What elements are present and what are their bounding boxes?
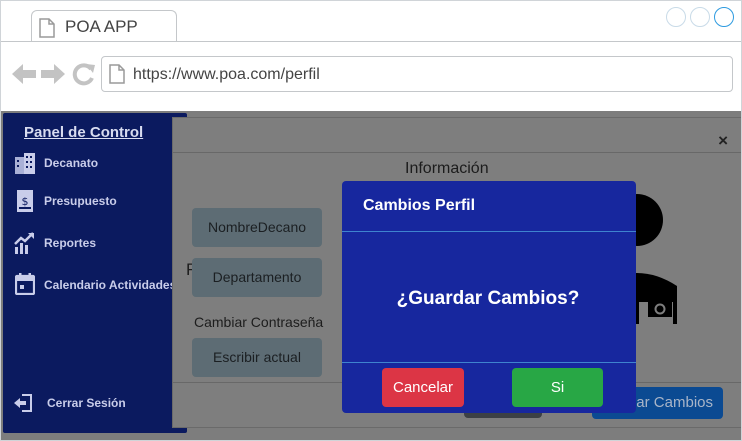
document-icon	[109, 64, 125, 89]
minimize-button[interactable]	[666, 7, 686, 27]
maximize-button[interactable]	[690, 7, 710, 27]
logout-icon	[13, 393, 33, 418]
sidebar-item-label: Calendario Actividades	[44, 278, 177, 292]
modal-heading: Información	[405, 160, 489, 177]
address-bar[interactable]: https://www.poa.com/perfil	[101, 56, 733, 92]
sidebar-item-calendario[interactable]: Calendario Actividades	[13, 273, 185, 299]
department-field[interactable]: Departamento	[192, 258, 322, 297]
page-viewport: Panel de Control Decanato $ Presupuesto …	[1, 111, 741, 440]
sidebar-item-presupuesto[interactable]: $ Presupuesto	[13, 189, 185, 215]
tab-strip-divider	[1, 41, 741, 42]
password-field[interactable]: Escribir actual	[192, 338, 322, 377]
budget-document-icon: $	[16, 189, 34, 218]
confirm-dialog: Cambios Perfil ¿Guardar Cambios? Cancela…	[342, 181, 636, 413]
url-text: https://www.poa.com/perfil	[133, 66, 320, 83]
cancel-button[interactable]: Cancelar	[382, 368, 464, 407]
document-icon	[39, 18, 55, 43]
modal-header-divider	[173, 152, 741, 153]
sidebar-item-reportes[interactable]: Reportes	[13, 231, 185, 257]
tab-title: POA APP	[65, 17, 138, 36]
sidebar-item-logout[interactable]: Cerrar Sesión	[13, 391, 185, 417]
sidebar-item-label: Presupuesto	[44, 194, 117, 208]
chart-icon	[13, 231, 37, 260]
confirm-yes-button[interactable]: Si	[512, 368, 603, 407]
sidebar-item-label: Cerrar Sesión	[47, 396, 126, 410]
back-arrow-icon[interactable]	[12, 63, 36, 90]
svg-text:$: $	[22, 195, 29, 208]
name-field[interactable]: NombreDecano	[192, 208, 322, 247]
camera-icon[interactable]	[646, 296, 674, 323]
dialog-question: ¿Guardar Cambios?	[396, 288, 580, 309]
calendar-icon	[14, 273, 36, 300]
browser-window: POA APP https://www.poa.com/perfil Panel…	[0, 0, 742, 441]
sidebar-title[interactable]: Panel de Control	[24, 124, 143, 141]
building-icon	[13, 151, 37, 180]
sidebar: Panel de Control Decanato $ Presupuesto …	[3, 113, 187, 433]
browser-tab[interactable]: POA APP	[31, 10, 177, 42]
reload-icon[interactable]	[72, 62, 96, 91]
forward-arrow-icon[interactable]	[41, 63, 65, 90]
sidebar-item-decanato[interactable]: Decanato	[13, 151, 185, 177]
dialog-body: ¿Guardar Cambios?	[342, 231, 636, 363]
close-icon[interactable]: ×	[718, 131, 728, 151]
sidebar-item-label: Decanato	[44, 156, 99, 170]
sidebar-item-label: Reportes	[44, 236, 97, 250]
close-window-button[interactable]	[714, 7, 734, 27]
change-password-label: Cambiar Contraseña	[194, 314, 324, 330]
dialog-title: Cambios Perfil	[363, 197, 476, 214]
